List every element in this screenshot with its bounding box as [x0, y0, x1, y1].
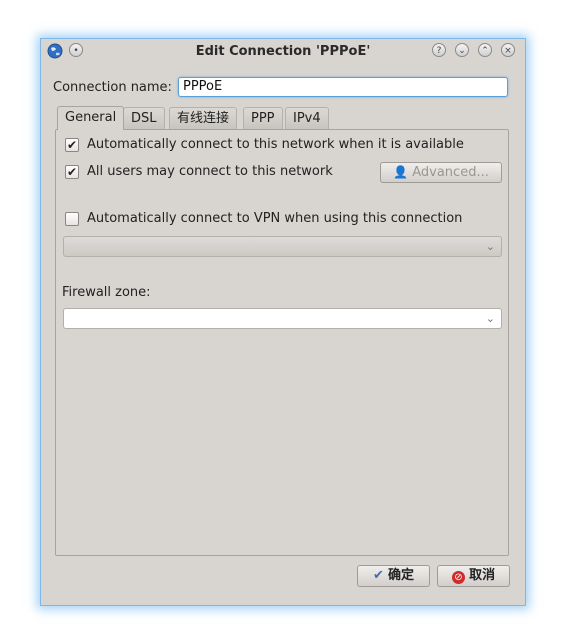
title-bar[interactable]: • Edit Connection 'PPPoE' ? ⌄ ⌃ ×	[41, 39, 525, 65]
user-icon: 👤	[393, 165, 409, 179]
chevron-down-icon: ⌄	[485, 240, 495, 253]
cancel-icon: ⊘	[451, 571, 465, 584]
window-title: Edit Connection 'PPPoE'	[195, 44, 371, 59]
connection-name-input[interactable]: PPPoE	[178, 77, 508, 97]
all-users-checkbox[interactable]: ✔	[65, 165, 79, 179]
help-icon[interactable]: ?	[432, 43, 446, 57]
vpn-select[interactable]: ⌄	[63, 236, 502, 257]
maximize-icon[interactable]: ⌃	[478, 43, 492, 57]
vpn-label[interactable]: Automatically connect to VPN when using …	[87, 211, 462, 226]
firewall-zone-select[interactable]: ⌄	[63, 308, 502, 329]
auto-connect-label[interactable]: Automatically connect to this network wh…	[87, 137, 464, 152]
chevron-down-icon: ⌄	[485, 312, 495, 325]
edit-connection-dialog: • Edit Connection 'PPPoE' ? ⌄ ⌃ × Connec…	[40, 38, 526, 606]
tab-wired[interactable]: 有线连接	[169, 107, 238, 129]
ok-button[interactable]: ✔ 确定	[357, 565, 430, 587]
tab-ipv4[interactable]: IPv4	[285, 107, 329, 129]
tab-ppp[interactable]: PPP	[243, 107, 283, 129]
checkmark-icon: ✔	[372, 568, 384, 583]
general-tab-panel: ✔ Automatically connect to this network …	[55, 129, 509, 556]
tab-dsl[interactable]: DSL	[123, 107, 165, 129]
advanced-button[interactable]: 👤 Advanced...	[380, 162, 502, 183]
connection-name-label: Connection name:	[53, 80, 172, 95]
minimize-icon[interactable]: ⌄	[455, 43, 469, 57]
cancel-button[interactable]: ⊘ 取消	[437, 565, 510, 587]
auto-connect-checkbox[interactable]: ✔	[65, 138, 79, 152]
firewall-zone-label: Firewall zone:	[62, 285, 151, 300]
tab-general[interactable]: General	[57, 106, 125, 130]
vpn-checkbox[interactable]	[65, 212, 79, 226]
close-icon[interactable]: ×	[501, 43, 515, 57]
all-users-label[interactable]: All users may connect to this network	[87, 164, 333, 179]
